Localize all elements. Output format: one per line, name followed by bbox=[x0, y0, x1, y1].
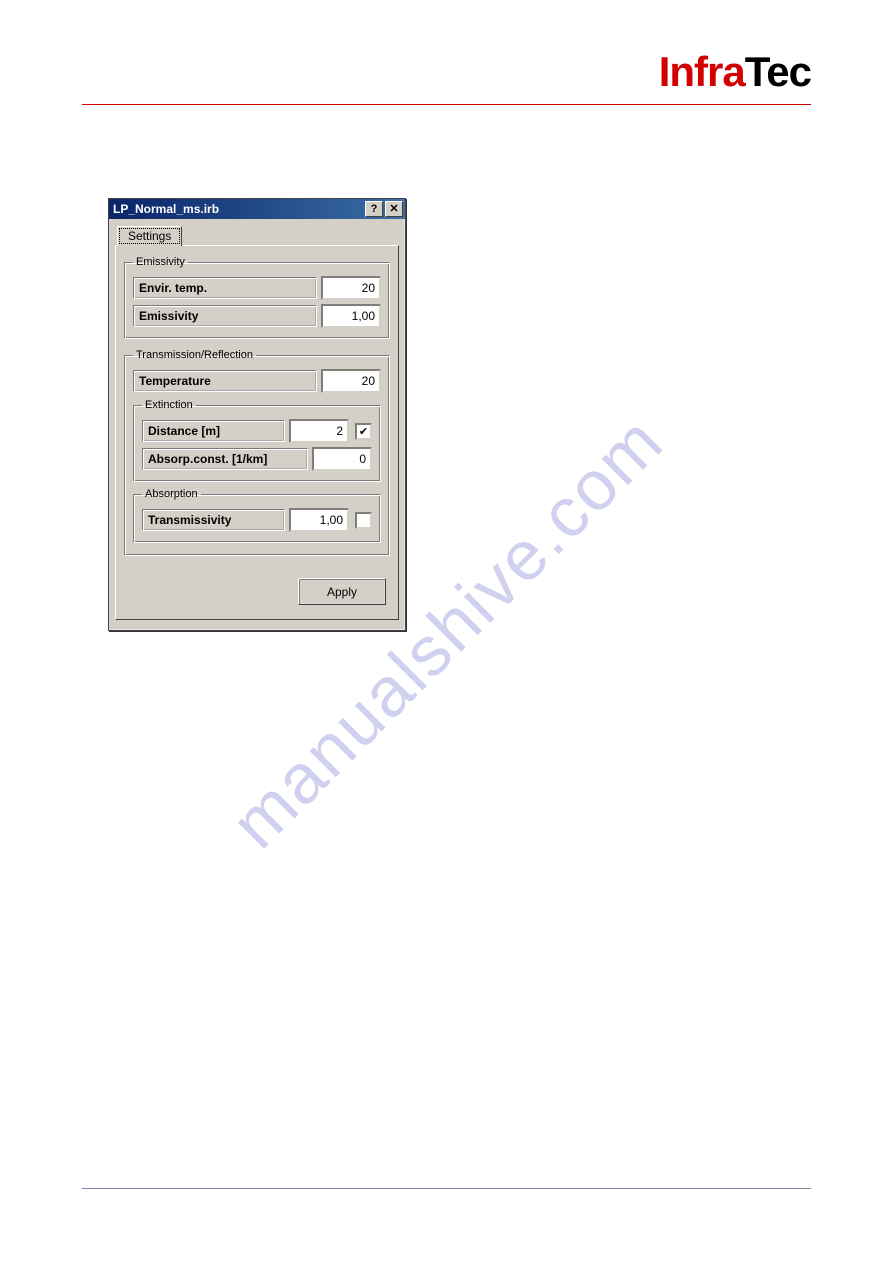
label-envir-temp: Envir. temp. bbox=[133, 277, 317, 299]
apply-row: Apply bbox=[124, 566, 390, 607]
tab-panel: Emissivity Envir. temp. 20 Emissivity 1,… bbox=[115, 245, 399, 620]
group-extinction: Extinction Distance [m] 2 ✔ Absorp.const… bbox=[133, 399, 381, 482]
row-transmissivity: Transmissivity 1,00 bbox=[142, 508, 372, 532]
row-envir-temp: Envir. temp. 20 bbox=[133, 276, 381, 300]
group-transmission-reflection: Transmission/Reflection Temperature 20 E… bbox=[124, 349, 390, 556]
input-emissivity[interactable]: 1,00 bbox=[321, 304, 381, 328]
brand-logo: InfraTec bbox=[659, 48, 811, 96]
header-divider bbox=[82, 104, 811, 105]
legend-extinction: Extinction bbox=[142, 399, 196, 411]
label-emissivity: Emissivity bbox=[133, 305, 317, 327]
legend-absorption: Absorption bbox=[142, 488, 201, 500]
label-absorp-const: Absorp.const. [1/km] bbox=[142, 448, 308, 470]
footer-divider bbox=[82, 1188, 811, 1189]
apply-button[interactable]: Apply bbox=[298, 578, 386, 605]
input-transmissivity[interactable]: 1,00 bbox=[289, 508, 349, 532]
legend-emissivity: Emissivity bbox=[133, 256, 188, 268]
group-absorption: Absorption Transmissivity 1,00 bbox=[133, 488, 381, 543]
brand-part2: Tec bbox=[745, 48, 811, 95]
row-temperature: Temperature 20 bbox=[133, 369, 381, 393]
label-distance: Distance [m] bbox=[142, 420, 285, 442]
checkbox-extinction[interactable]: ✔ bbox=[355, 423, 372, 440]
row-distance: Distance [m] 2 ✔ bbox=[142, 419, 372, 443]
input-envir-temp[interactable]: 20 bbox=[321, 276, 381, 300]
label-transmissivity: Transmissivity bbox=[142, 509, 285, 531]
group-emissivity: Emissivity Envir. temp. 20 Emissivity 1,… bbox=[124, 256, 390, 339]
page: InfraTec manualshive.com LP_Normal_ms.ir… bbox=[0, 0, 893, 1263]
checkbox-absorption[interactable] bbox=[355, 512, 372, 529]
row-emissivity: Emissivity 1,00 bbox=[133, 304, 381, 328]
dialog-titlebar[interactable]: LP_Normal_ms.irb ? ✕ bbox=[109, 199, 405, 219]
dialog-body: Settings Emissivity Envir. temp. 20 Emis… bbox=[109, 219, 405, 630]
brand-part1: Infra bbox=[659, 48, 745, 95]
settings-dialog: LP_Normal_ms.irb ? ✕ Settings Emissivity… bbox=[108, 198, 406, 631]
dialog-title: LP_Normal_ms.irb bbox=[113, 202, 363, 216]
tab-settings[interactable]: Settings bbox=[117, 226, 182, 246]
help-button[interactable]: ? bbox=[365, 201, 383, 217]
input-absorp-const[interactable]: 0 bbox=[312, 447, 372, 471]
label-temperature: Temperature bbox=[133, 370, 317, 392]
input-distance[interactable]: 2 bbox=[289, 419, 349, 443]
input-temperature[interactable]: 20 bbox=[321, 369, 381, 393]
row-absorp-const: Absorp.const. [1/km] 0 bbox=[142, 447, 372, 471]
close-button[interactable]: ✕ bbox=[385, 201, 403, 217]
legend-trans-refl: Transmission/Reflection bbox=[133, 349, 256, 361]
